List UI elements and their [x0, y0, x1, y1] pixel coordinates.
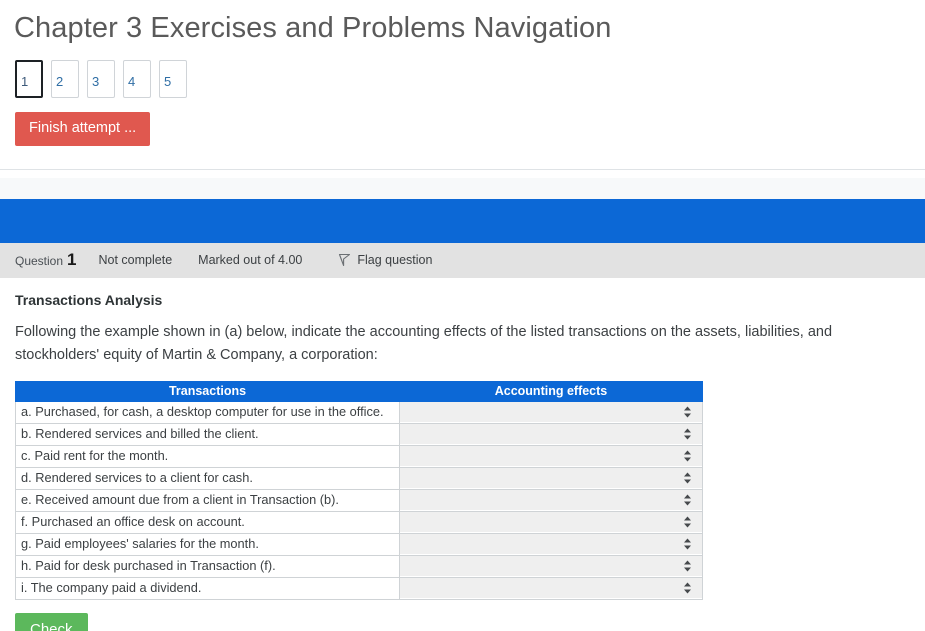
check-button[interactable]: Check	[15, 612, 88, 631]
chevron-updown-icon	[683, 472, 692, 485]
answer-cell-a	[399, 400, 703, 424]
answer-cell-c	[399, 444, 703, 468]
question-body: Transactions Analysis Following the exam…	[0, 278, 925, 600]
transaction-text-e: e. Received amount due from a client in …	[15, 488, 400, 512]
transaction-text-h: h. Paid for desk purchased in Transactio…	[15, 554, 400, 578]
column-header-accounting-effects: Accounting effects	[399, 380, 703, 402]
chevron-updown-icon	[683, 582, 692, 595]
accounting-effect-select-a[interactable]	[400, 402, 702, 422]
accounting-effect-select-i[interactable]	[400, 578, 702, 598]
question-number-label: Question	[15, 254, 64, 268]
question-info-bar: Question 1 Not complete Marked out of 4.…	[0, 242, 925, 278]
answer-cell-f	[399, 510, 703, 534]
question-number-value: 1	[67, 250, 77, 269]
finish-attempt-container: Finish attempt ...	[0, 98, 925, 146]
question-number: Question 1	[15, 250, 77, 270]
question-marks: Marked out of 4.00	[198, 253, 303, 267]
answer-cell-e	[399, 488, 703, 512]
transaction-text-d: d. Rendered services to a client for cas…	[15, 466, 400, 490]
transaction-text-b: b. Rendered services and billed the clie…	[15, 422, 400, 446]
answer-cell-h	[399, 554, 703, 578]
transaction-text-c: c. Paid rent for the month.	[15, 444, 400, 468]
chevron-updown-icon	[683, 538, 692, 551]
accounting-effect-select-e[interactable]	[400, 490, 702, 510]
page-title: Chapter 3 Exercises and Problems Navigat…	[14, 12, 612, 44]
accounting-effect-select-c[interactable]	[400, 446, 702, 466]
flag-question-button[interactable]: Flag question	[338, 253, 432, 267]
table-header-row: Transactions Accounting effects	[15, 380, 703, 402]
table-row: e. Received amount due from a client in …	[15, 488, 703, 512]
table-row: c. Paid rent for the month.	[15, 444, 703, 468]
table-row: a. Purchased, for cash, a desktop comput…	[15, 400, 703, 424]
table-row: d. Rendered services to a client for cas…	[15, 466, 703, 490]
flag-question-label: Flag question	[357, 253, 433, 267]
answer-cell-g	[399, 532, 703, 556]
question-banner	[0, 198, 925, 243]
table-row: g. Paid employees' salaries for the mont…	[15, 532, 703, 556]
question-nav-button-4[interactable]: 4	[123, 60, 151, 98]
answer-cell-b	[399, 422, 703, 446]
question-heading: Transactions Analysis	[15, 291, 163, 308]
divider-spacer	[0, 177, 925, 199]
question-nav-button-5[interactable]: 5	[159, 60, 187, 98]
chevron-updown-icon	[683, 516, 692, 529]
table-body: a. Purchased, for cash, a desktop comput…	[15, 400, 703, 600]
accounting-effect-select-h[interactable]	[400, 556, 702, 576]
transaction-text-i: i. The company paid a dividend.	[15, 576, 400, 600]
question-prompt: Following the example shown in (a) below…	[15, 323, 833, 363]
question-nav: 1 2 3 4 5	[0, 46, 925, 98]
accounting-effect-select-d[interactable]	[400, 468, 702, 488]
chevron-updown-icon	[683, 450, 692, 463]
transaction-text-f: f. Purchased an office desk on account.	[15, 510, 400, 534]
answer-cell-i	[399, 576, 703, 600]
question-nav-button-1[interactable]: 1	[15, 60, 43, 98]
table-head: Transactions Accounting effects	[15, 380, 703, 402]
chevron-updown-icon	[683, 406, 692, 419]
table-row: b. Rendered services and billed the clie…	[15, 422, 703, 446]
accounting-effect-select-f[interactable]	[400, 512, 702, 532]
finish-attempt-button[interactable]: Finish attempt ...	[15, 112, 151, 146]
column-header-transactions: Transactions	[15, 380, 400, 402]
question-nav-button-3[interactable]: 3	[87, 60, 115, 98]
section-divider	[0, 168, 925, 170]
table-row: i. The company paid a dividend.	[15, 576, 703, 600]
transaction-text-g: g. Paid employees' salaries for the mont…	[15, 532, 400, 556]
answer-cell-d	[399, 466, 703, 490]
question-state: Not complete	[98, 253, 173, 267]
table-row: h. Paid for desk purchased in Transactio…	[15, 554, 703, 578]
transactions-table: Transactions Accounting effects a. Purch…	[15, 380, 703, 600]
flag-icon	[338, 253, 351, 267]
transaction-text-a: a. Purchased, for cash, a desktop comput…	[15, 400, 400, 424]
chevron-updown-icon	[683, 560, 692, 573]
accounting-effect-select-g[interactable]	[400, 534, 702, 554]
chevron-updown-icon	[683, 494, 692, 507]
chevron-updown-icon	[683, 428, 692, 441]
accounting-effect-select-b[interactable]	[400, 424, 702, 444]
check-container: Check	[0, 600, 925, 631]
table-row: f. Purchased an office desk on account.	[15, 510, 703, 534]
question-nav-button-2[interactable]: 2	[51, 60, 79, 98]
